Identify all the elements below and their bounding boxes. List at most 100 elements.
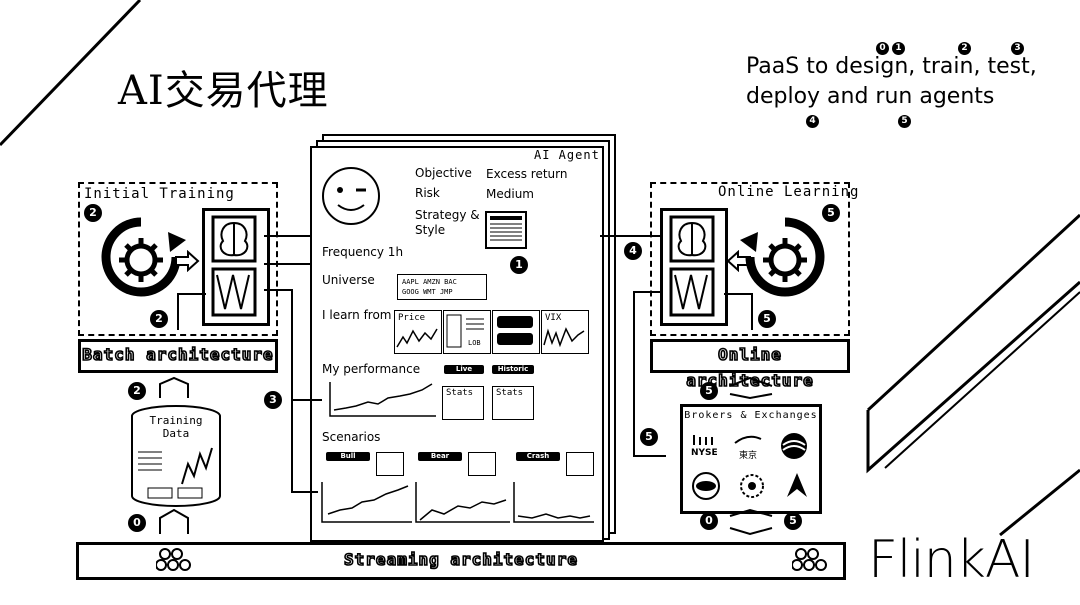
scenario-bear-stats <box>468 452 496 476</box>
tse-swoosh-icon <box>734 435 762 444</box>
paas-badge-3: 3 <box>1011 42 1024 55</box>
source-news <box>492 310 540 354</box>
lob-icon <box>446 314 484 348</box>
paas-badge-0: 0 <box>876 42 889 55</box>
ticker-6: JMP <box>439 288 453 296</box>
model-brain-icon <box>202 208 270 326</box>
training-data-label: Training Data <box>148 414 204 440</box>
paas-text: PaaS to design, train, test, deploy and … <box>746 52 1046 112</box>
universe-label: Universe <box>322 273 375 287</box>
up-arrow-icon <box>159 376 189 398</box>
nyse-logo: NYSE <box>691 433 719 458</box>
source-price-label: Price <box>398 313 426 323</box>
performance-label: My performance <box>322 362 421 376</box>
ticker-list: AAPL AMZN BAC GOOG WMT JMP <box>397 274 487 300</box>
learn-from-label: I learn from <box>322 308 392 322</box>
objective-key: Objective <box>415 166 472 180</box>
stats-historic-label: Stats <box>496 388 524 398</box>
online-gear-cycle-icon <box>740 217 825 297</box>
stats-live-label: Stats <box>446 388 474 398</box>
connector-line <box>177 293 206 330</box>
online-badge-5b: 5 <box>758 310 776 328</box>
ticker-5: WMT <box>423 288 436 296</box>
objective-value: Excess return <box>486 167 568 181</box>
online-badge-5e: 5 <box>784 512 802 530</box>
source-vix-label: VIX <box>545 313 562 323</box>
gear-cycle-icon <box>101 217 186 297</box>
ticker-4: GOOG <box>402 288 419 296</box>
strategy-key-1: Strategy & <box>415 208 480 222</box>
nyse-label: NYSE <box>691 448 718 458</box>
training-badge-0: 0 <box>128 514 146 532</box>
flinkai-logo: FlinkAI <box>868 530 1035 590</box>
nyse-building-icon <box>693 435 713 445</box>
stats-historic: Stats <box>492 386 534 420</box>
stats-live: Stats <box>442 386 484 420</box>
agent-badge-1: 1 <box>510 256 528 274</box>
online-architecture-bar: Online architecture <box>650 339 850 391</box>
scenario-bull-stats <box>376 452 404 476</box>
scenario-bear: Bear <box>418 452 462 461</box>
paas-badge-4: 4 <box>806 115 819 128</box>
strategy-key-2: Style <box>415 223 446 237</box>
exchange-logo-3 <box>781 433 807 459</box>
exchange-logo-4 <box>692 472 720 500</box>
live-chip: Live <box>444 365 484 374</box>
tse-label: 東京 <box>738 451 757 461</box>
scenario-bull: Bull <box>326 452 370 461</box>
ticker-1: AAPL <box>402 278 419 286</box>
price-chart-icon <box>396 328 438 348</box>
risk-value: Medium <box>486 187 534 201</box>
batch-architecture-bar: Batch architecture <box>78 339 278 373</box>
source-lob: LOB <box>443 310 491 354</box>
source-lob-label: LOB <box>468 339 481 347</box>
ticker-2: AMZN <box>423 278 440 286</box>
tse-logo: 東京 <box>733 433 763 461</box>
paas-badge-1: 1 <box>892 42 905 55</box>
arrow-right-icon <box>175 250 200 272</box>
scenario-crash: Crash <box>516 452 560 461</box>
cluster-icon-left <box>156 548 191 571</box>
scenario-crash-stats <box>566 452 594 476</box>
page-title: AI交易代理 <box>118 68 329 114</box>
streaming-architecture-label: Streaming architecture <box>343 549 578 570</box>
up-arrow-icon-2 <box>159 508 189 534</box>
news-icon <box>497 316 533 345</box>
online-connector-line <box>724 293 753 330</box>
initial-training-badge-b: 2 <box>150 310 168 328</box>
historic-chip: Historic <box>492 365 534 374</box>
training-data-label-1: Training <box>149 414 203 427</box>
training-data-label-2: Data <box>162 427 190 440</box>
smiley-icon <box>322 167 380 225</box>
paas-badge-2: 2 <box>958 42 971 55</box>
paas-line-1: PaaS to design, train, test, <box>746 54 1037 79</box>
batch-badge: 2 <box>128 382 146 400</box>
bidirectional-arrow-icon <box>729 376 773 400</box>
online-model-brain-icon <box>660 208 728 326</box>
brokers-label: Brokers & Exchanges <box>684 410 818 421</box>
frequency-label: Frequency 1h <box>322 245 404 259</box>
source-vix: VIX <box>541 310 589 354</box>
strategy-key: Strategy & Style <box>415 208 480 238</box>
online-badge-5d: 5 <box>700 382 718 400</box>
online-badge-0: 0 <box>700 512 718 530</box>
scenario-charts <box>321 482 594 523</box>
cluster-icon-right <box>792 548 827 571</box>
source-price: Price <box>394 310 442 354</box>
exchange-logo-5 <box>740 474 764 498</box>
bidirectional-arrow-icon-2 <box>729 508 773 536</box>
ticker-3: BAC <box>444 278 457 286</box>
exchange-logo-6 <box>787 473 807 497</box>
paas-line-2: deploy and run agents <box>746 84 995 109</box>
agent-badge-3: 3 <box>264 391 282 409</box>
vix-chart-icon <box>543 327 585 348</box>
document-icon <box>485 211 527 249</box>
agent-connectors-left <box>264 235 322 493</box>
online-learning-label: Online Learning <box>718 184 860 200</box>
online-badge-5c: 5 <box>640 428 658 446</box>
agent-label: AI Agent <box>534 148 600 162</box>
scenarios-label: Scenarios <box>322 430 381 444</box>
initial-training-label: Initial Training <box>84 186 235 202</box>
paas-badge-5: 5 <box>898 115 911 128</box>
online-badge-4: 4 <box>624 242 642 260</box>
